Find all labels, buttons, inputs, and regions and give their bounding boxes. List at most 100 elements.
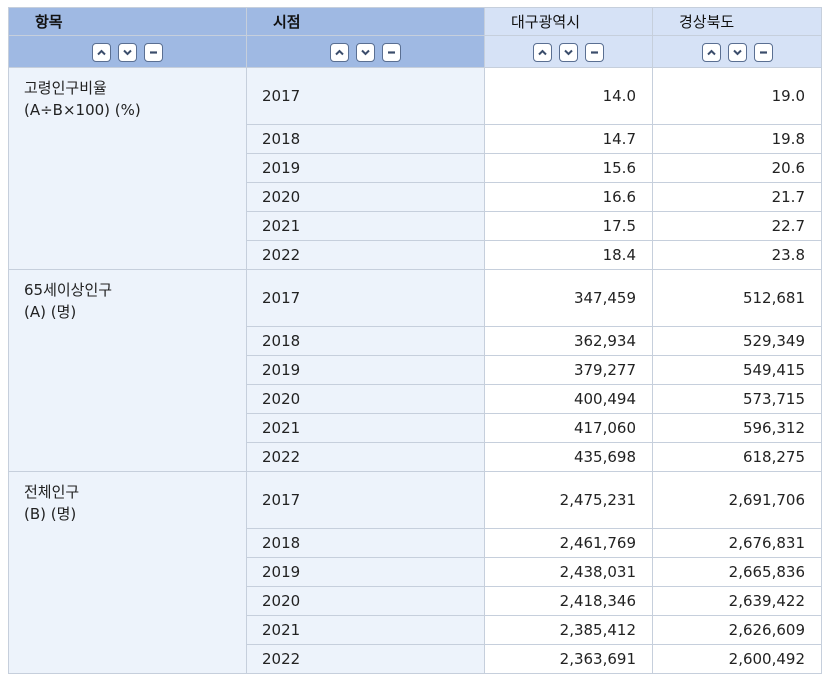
- header-region-gyeongbuk: 경상북도: [652, 7, 822, 36]
- table-body: 고령인구비율 (A÷B×100) (%) 2017 14.0 19.0 2018 …: [8, 67, 822, 674]
- year-cell: 2021: [246, 211, 485, 241]
- value-cell-daegu: 435,698: [484, 442, 653, 472]
- value-cell-daegu: 16.6: [484, 182, 653, 212]
- value-cell-gyeongbuk: 2,600,492: [652, 644, 822, 674]
- year-cell: 2018: [246, 528, 485, 558]
- item-sort-controls: [8, 35, 247, 68]
- table-row: 65세이상인구 (A) (명) 2017 347,459 512,681: [8, 269, 822, 472]
- value-cell-gyeongbuk: 22.7: [652, 211, 822, 241]
- value-cell-gyeongbuk: 23.8: [652, 240, 822, 270]
- value-cell-daegu: 14.7: [484, 124, 653, 154]
- value-cell-gyeongbuk: 596,312: [652, 413, 822, 443]
- table-row: 전체인구 (B) (명) 2017 2,475,231 2,691,706: [8, 471, 822, 674]
- value-cell-daegu: 2,461,769: [484, 528, 653, 558]
- group-label: 전체인구 (B) (명): [8, 471, 247, 674]
- value-cell-daegu: 2,363,691: [484, 644, 653, 674]
- group-label-line1: 65세이상인구: [24, 281, 113, 299]
- value-cell-daegu: 347,459: [484, 269, 653, 327]
- chevron-down-icon: [361, 49, 370, 55]
- value-cell-daegu: 2,385,412: [484, 615, 653, 645]
- year-cell: 2018: [246, 124, 485, 154]
- value-cell-gyeongbuk: 512,681: [652, 269, 822, 327]
- move-down-button[interactable]: [559, 42, 578, 62]
- value-cell-daegu: 2,438,031: [484, 557, 653, 587]
- period-sort-controls: [246, 35, 485, 68]
- year-cell: 2020: [246, 586, 485, 616]
- year-cell: 2017: [246, 471, 485, 529]
- group-label-line1: 전체인구: [24, 483, 80, 501]
- year-cell: 2022: [246, 240, 485, 270]
- collapse-button[interactable]: [585, 42, 604, 62]
- value-cell-daegu: 400,494: [484, 384, 653, 414]
- header-item-label: 항목: [35, 13, 63, 31]
- data-table-container: 항목 시점 대구광역시 경상북도 고령인구비율 (A÷B×100) (%) 20…: [8, 7, 822, 674]
- chevron-down-icon: [732, 49, 742, 55]
- year-cell: 2020: [246, 182, 485, 212]
- value-cell-daegu: 15.6: [484, 153, 653, 183]
- chevron-up-icon: [706, 49, 716, 55]
- value-cell-daegu: 2,418,346: [484, 586, 653, 616]
- year-cell: 2019: [246, 557, 485, 587]
- value-cell-daegu: 362,934: [484, 326, 653, 356]
- value-cell-gyeongbuk: 2,639,422: [652, 586, 822, 616]
- header-region-daegu: 대구광역시: [484, 7, 653, 36]
- header-period-label: 시점: [273, 13, 301, 31]
- chevron-down-icon: [564, 49, 573, 55]
- minus-icon: [759, 50, 767, 54]
- move-up-button[interactable]: [533, 42, 552, 62]
- year-cell: 2022: [246, 442, 485, 472]
- move-down-button[interactable]: [118, 42, 137, 62]
- group-label: 고령인구비율 (A÷B×100) (%): [8, 67, 247, 270]
- value-cell-gyeongbuk: 2,665,836: [652, 557, 822, 587]
- move-up-button[interactable]: [701, 42, 721, 62]
- value-cell-daegu: 2,475,231: [484, 471, 653, 529]
- chevron-up-icon: [97, 49, 106, 55]
- year-cell: 2017: [246, 269, 485, 327]
- value-cell-gyeongbuk: 2,691,706: [652, 471, 822, 529]
- value-cell-gyeongbuk: 19.0: [652, 67, 822, 125]
- move-up-button[interactable]: [92, 42, 111, 62]
- move-down-button[interactable]: [727, 42, 747, 62]
- group-label-line1: 고령인구비율: [24, 79, 107, 97]
- minus-icon: [150, 50, 157, 54]
- value-cell-gyeongbuk: 2,676,831: [652, 528, 822, 558]
- value-cell-gyeongbuk: 549,415: [652, 355, 822, 385]
- value-cell-daegu: 379,277: [484, 355, 653, 385]
- value-cell-gyeongbuk: 19.8: [652, 124, 822, 154]
- year-cell: 2017: [246, 67, 485, 125]
- value-cell-daegu: 17.5: [484, 211, 653, 241]
- minus-icon: [591, 50, 598, 54]
- sort-control-row: [8, 35, 822, 68]
- move-down-button[interactable]: [356, 42, 375, 62]
- header-region-label: 경상북도: [679, 13, 735, 31]
- table-row: 고령인구비율 (A÷B×100) (%) 2017 14.0 19.0: [8, 67, 822, 270]
- value-cell-gyeongbuk: 529,349: [652, 326, 822, 356]
- collapse-button[interactable]: [144, 42, 163, 62]
- header-region-label: 대구광역시: [511, 13, 581, 31]
- chevron-down-icon: [123, 49, 132, 55]
- year-cell: 2019: [246, 153, 485, 183]
- value-cell-gyeongbuk: 573,715: [652, 384, 822, 414]
- minus-icon: [388, 50, 395, 54]
- collapse-button[interactable]: [753, 42, 773, 62]
- year-cell: 2020: [246, 384, 485, 414]
- year-cell: 2021: [246, 615, 485, 645]
- value-cell-gyeongbuk: 21.7: [652, 182, 822, 212]
- collapse-button[interactable]: [382, 42, 401, 62]
- move-up-button[interactable]: [330, 42, 349, 62]
- statistics-table: 항목 시점 대구광역시 경상북도 고령인구비율 (A÷B×100) (%) 20…: [8, 7, 822, 674]
- chevron-up-icon: [538, 49, 547, 55]
- header-period: 시점: [246, 7, 485, 36]
- year-cell: 2018: [246, 326, 485, 356]
- group-label-line2: (A÷B×100) (%): [24, 101, 141, 119]
- group-label: 65세이상인구 (A) (명): [8, 269, 247, 472]
- value-cell-daegu: 18.4: [484, 240, 653, 270]
- header-row: 항목 시점 대구광역시 경상북도: [8, 7, 822, 36]
- value-cell-gyeongbuk: 20.6: [652, 153, 822, 183]
- value-cell-daegu: 14.0: [484, 67, 653, 125]
- year-cell: 2019: [246, 355, 485, 385]
- year-cell: 2021: [246, 413, 485, 443]
- daegu-sort-controls: [484, 35, 653, 68]
- gyeongbuk-sort-controls: [652, 35, 822, 68]
- chevron-up-icon: [335, 49, 344, 55]
